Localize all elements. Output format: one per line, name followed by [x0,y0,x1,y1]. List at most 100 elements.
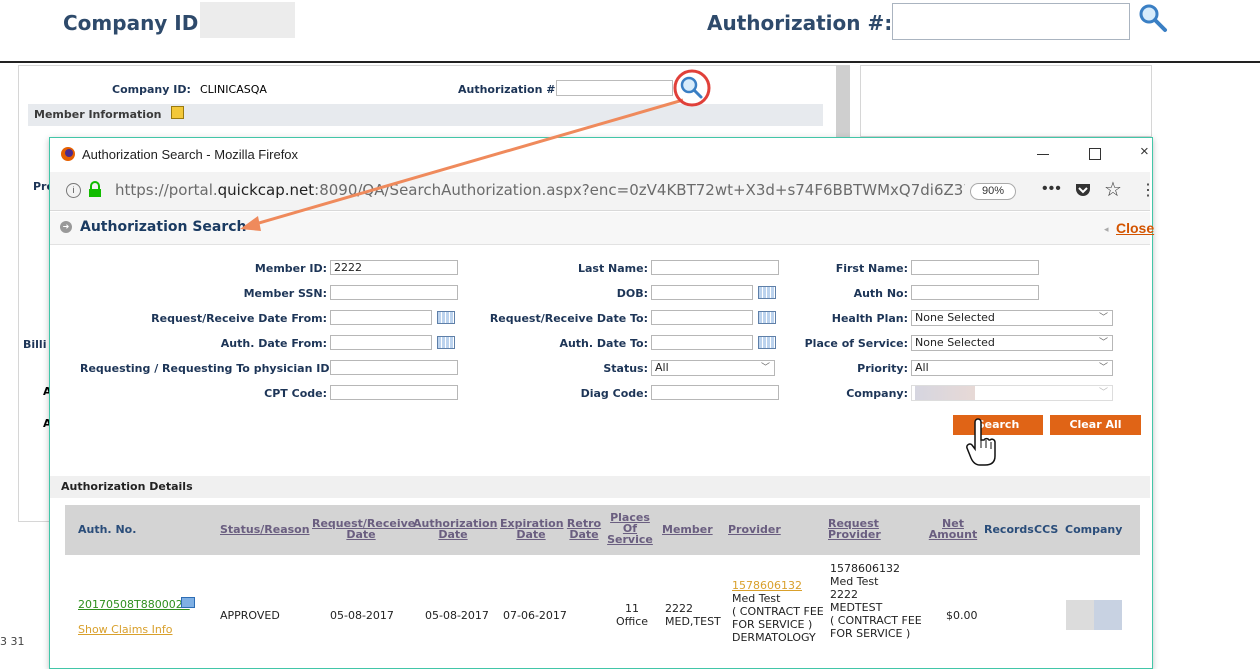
calendar-icon[interactable] [437,311,455,324]
calendar-icon[interactable] [758,311,776,324]
warning-icon [171,106,185,119]
url-rest: :8090/QA/SearchAuthorization.aspx?enc=0z… [314,181,965,199]
cell-request-date: 05-08-2017 [330,609,394,622]
clear-all-button[interactable]: Clear All [1050,415,1141,435]
cell-pos-code: 11 [625,602,639,615]
notes-icon[interactable] [181,597,195,608]
col-expiration-date[interactable]: Expiration Date [500,518,564,541]
pocket-icon[interactable] [1074,182,1092,198]
zoom-auth-label: Authorization #: [707,11,893,35]
col-request-date-l2: Date [346,528,376,541]
col-expiration-date-l2: Date [516,528,546,541]
col-net-amount[interactable]: Net Amount [928,518,978,540]
url-field[interactable]: https://portal.quickcap.net:8090/QA/Sear… [115,181,965,203]
col-provider[interactable]: Provider [728,524,781,535]
cell-req-provider-l5: ( CONTRACT FEE [830,614,922,627]
show-claims-link[interactable]: Show Claims Info [78,623,172,636]
chevron-down-icon: ﹀ [1098,363,1108,373]
dob-input[interactable] [651,285,753,300]
col-authorization-date[interactable]: Authorization Date [413,518,497,540]
cell-pos: 11 Office [612,602,652,628]
col-member[interactable]: Member [662,524,713,535]
maximize-icon[interactable] [1089,148,1101,160]
auth-date-to-input[interactable] [651,335,753,350]
health-plan-select[interactable]: None Selected ﹀ [911,310,1113,326]
auth-date-to-label: Auth. Date To: [559,337,648,350]
priority-label: Priority: [857,362,908,375]
bg-auth-label: Authorization #: [458,83,560,96]
bg-member-info-bar: Member Information [28,104,823,126]
col-records: Records [984,523,1034,536]
cpt-code-input[interactable] [330,385,458,400]
menu-icon[interactable]: ⋮ [1140,180,1156,200]
close-link[interactable]: Close [1116,220,1154,236]
cell-req-provider-l6: FOR SERVICE ) [830,627,911,640]
auth-date-from-input[interactable] [330,335,432,350]
hand-cursor-icon [966,418,996,466]
auth-no-link[interactable]: 20170508T8800026 [78,598,190,611]
bg-auth-input[interactable] [556,80,673,96]
company-label: Company: [846,387,908,400]
member-id-label: Member ID: [254,262,327,275]
close-window-icon[interactable]: × [1140,143,1149,160]
req-date-to-input[interactable] [651,310,753,325]
cpt-code-label: CPT Code: [264,387,327,400]
cell-member-id: 2222 [665,602,693,615]
company-value-redacted [915,386,975,400]
cell-status: APPROVED [220,609,280,622]
calendar-icon[interactable] [758,336,776,349]
status-label: Status: [603,362,648,375]
last-name-input[interactable] [651,260,779,275]
expand-arrow-icon[interactable]: ➜ [60,221,72,233]
cell-req-provider-l2: Med Test [830,575,879,588]
provider-link[interactable]: 1578606132 [732,579,824,592]
diag-code-input[interactable] [651,385,779,400]
bookmark-star-icon[interactable]: ☆ [1104,177,1122,202]
bg-bottom-frag: 3 31 [0,635,25,648]
cell-req-provider-l3: 2222 [830,588,858,601]
req-physician-input[interactable] [330,360,458,375]
cell-pos-name: Office [615,615,649,628]
cell-expiration-date: 07-06-2017 [503,609,567,622]
bg-right-panel [860,65,1152,137]
first-name-input[interactable] [911,260,1039,275]
minimize-icon[interactable] [1037,154,1049,155]
col-net-amount-l2: Amount [928,528,978,541]
col-request-date[interactable]: Request/Receive Date [312,518,415,541]
page-title: Authorization Search [80,219,247,235]
col-places-of-service[interactable]: Places Of Service [607,512,653,545]
company-select[interactable]: ﹀ [911,385,1113,401]
col-request-provider[interactable]: Request Provider [828,518,881,540]
req-date-from-input[interactable] [330,310,432,325]
page-actions-icon[interactable]: ••• [1042,180,1062,198]
url-prefix: https://portal. [115,181,218,199]
zoom-search-icon[interactable] [1138,3,1168,33]
place-of-service-select[interactable]: None Selected ﹀ [911,335,1113,351]
zoom-auth-input[interactable] [892,3,1130,40]
lock-icon [89,181,101,197]
bg-frag-billing: Billi [23,338,47,351]
bg-company-label: Company ID: [112,83,191,96]
diag-code-label: Diag Code: [580,387,648,400]
priority-select[interactable]: All ﹀ [911,360,1113,376]
place-of-service-label: Place of Service: [804,337,908,350]
info-icon[interactable]: i [66,183,81,198]
calendar-icon[interactable] [437,336,455,349]
col-ccs: CCS [1034,523,1059,536]
zoom-level-badge[interactable]: 90% [970,183,1016,200]
close-arrow-icon: ◂ [1104,224,1109,234]
member-ssn-input[interactable] [330,285,458,300]
col-auth-no: Auth. No. [78,523,137,536]
status-select[interactable]: All ﹀ [651,360,775,376]
calendar-icon[interactable] [758,286,776,299]
cell-net-amount: $0.00 [946,609,978,622]
url-host: quickcap.net [217,181,315,199]
priority-value: All [915,361,929,374]
col-retro-date[interactable]: Retro Date [566,518,602,540]
zoom-company-label: Company ID: [63,11,207,35]
auth-no-input[interactable] [911,285,1039,300]
member-id-input[interactable]: 2222 [330,260,458,275]
col-status-reason[interactable]: Status/Reason [220,524,310,535]
bg-member-info-label: Member Information [34,108,162,121]
chevron-down-icon: ﹀ [760,363,770,373]
